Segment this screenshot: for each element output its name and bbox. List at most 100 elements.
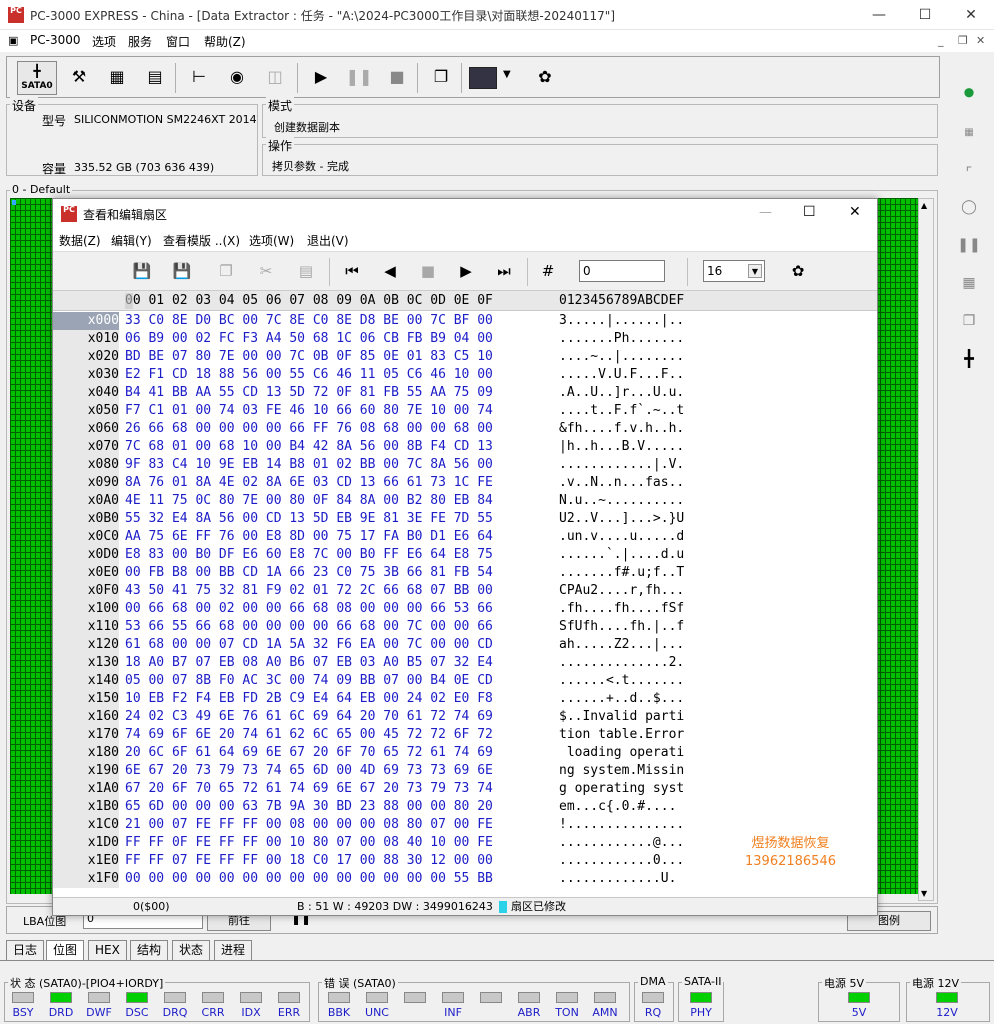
- pause-icon[interactable]: ❚❚: [345, 63, 373, 91]
- row-ascii[interactable]: .un.v....u.....d: [559, 528, 684, 546]
- row-hex[interactable]: 20 6C 6F 61 64 69 6E 67 20 6F 70 65 72 6…: [125, 744, 493, 762]
- hex-row[interactable]: x0F0 43 50 41 75 32 81 F9 02 01 72 2C 66 …: [53, 582, 877, 600]
- menu-window[interactable]: 窗口: [166, 33, 190, 50]
- hex-row[interactable]: x120 61 68 00 00 07 CD 1A 5A 32 F6 EA 00 …: [53, 636, 877, 654]
- hex-row[interactable]: x0C0 AA 75 6E FF 76 00 E8 8D 00 75 17 FA …: [53, 528, 877, 546]
- row-ascii[interactable]: .......Ph.......: [559, 330, 684, 348]
- database-icon[interactable]: ⚫: [954, 78, 984, 108]
- menu-help[interactable]: 帮助(Z): [204, 33, 246, 50]
- hex-row[interactable]: x190 6E 67 20 73 79 73 74 65 6D 00 4D 69 …: [53, 762, 877, 780]
- row-hex[interactable]: 65 6D 00 00 00 63 7B 9A 30 BD 23 88 00 0…: [125, 798, 493, 816]
- dialog-minimize-button[interactable]: —: [759, 205, 772, 220]
- row-hex[interactable]: FF FF 07 FE FF FF 00 18 C0 17 00 88 30 1…: [125, 852, 493, 870]
- menu-service[interactable]: 服务: [128, 33, 152, 50]
- hex-row[interactable]: x020 BD BE 07 80 7E 00 00 7C 0B 0F 85 0E …: [53, 348, 877, 366]
- paste-icon[interactable]: ▤: [293, 258, 319, 284]
- row-hex[interactable]: 21 00 07 FE FF FF 00 08 00 00 00 08 80 0…: [125, 816, 493, 834]
- row-ascii[interactable]: .............U.: [559, 870, 676, 888]
- row-ascii[interactable]: ....t..F.f`.~..t: [559, 402, 684, 420]
- hex-row[interactable]: x1B0 65 6D 00 00 00 63 7B 9A 30 BD 23 88 …: [53, 798, 877, 816]
- row-hex[interactable]: 18 A0 B7 07 EB 08 A0 B6 07 EB 03 A0 B5 0…: [125, 654, 493, 672]
- minimize-button[interactable]: —: [856, 0, 902, 30]
- row-hex[interactable]: 05 00 07 8B F0 AC 3C 00 74 09 BB 07 00 B…: [125, 672, 493, 690]
- row-hex[interactable]: E2 F1 CD 18 88 56 00 55 C6 46 11 05 C6 4…: [125, 366, 493, 384]
- row-ascii[interactable]: g operating syst: [559, 780, 684, 798]
- row-hex[interactable]: 8A 76 01 8A 4E 02 8A 6E 03 CD 13 66 61 7…: [125, 474, 493, 492]
- cut-icon[interactable]: ✂: [253, 258, 279, 284]
- row-hex[interactable]: 06 B9 00 02 FC F3 A4 50 68 1C 06 CB FB B…: [125, 330, 493, 348]
- menu-pc3000[interactable]: PC-3000: [30, 33, 80, 47]
- maximize-button[interactable]: ☐: [902, 0, 948, 30]
- row-ascii[interactable]: 3.....|......|..: [559, 312, 684, 330]
- hex-row[interactable]: x140 05 00 07 8B F0 AC 3C 00 74 09 BB 07 …: [53, 672, 877, 690]
- copy-window-icon[interactable]: ❐: [427, 63, 455, 91]
- dmenu-data[interactable]: 数据(Z): [59, 232, 101, 249]
- app-menu-icon[interactable]: ▣: [8, 34, 24, 47]
- dmenu-template[interactable]: 查看模版 ..(X): [163, 232, 240, 249]
- mdi-restore-icon[interactable]: ❐: [958, 34, 968, 47]
- next-sector-icon[interactable]: ▶: [453, 258, 479, 284]
- bitmap-scrollbar[interactable]: ▲ ▼: [918, 198, 934, 901]
- mdi-close-icon[interactable]: ✕: [976, 34, 985, 47]
- disk-export-icon[interactable]: ◫: [261, 63, 289, 91]
- row-hex[interactable]: 10 EB F2 F4 EB FD 2B C9 E4 64 EB 00 24 0…: [125, 690, 493, 708]
- hex-row[interactable]: x110 53 66 55 66 68 00 00 00 00 66 68 00 …: [53, 618, 877, 636]
- row-hex[interactable]: 00 FB B8 00 BB CD 1A 66 23 C0 75 3B 66 8…: [125, 564, 493, 582]
- hex-row[interactable]: x170 74 69 6F 6E 20 74 61 62 6C 65 00 45 …: [53, 726, 877, 744]
- close-button[interactable]: ✕: [948, 0, 994, 30]
- tab-state[interactable]: 状态: [172, 940, 211, 960]
- tab-log[interactable]: 日志: [6, 940, 45, 960]
- tab-structure[interactable]: 结构: [130, 940, 169, 960]
- row-hex[interactable]: 4E 11 75 0C 80 7E 00 80 0F 84 8A 00 B2 8…: [125, 492, 493, 510]
- row-ascii[interactable]: SfUfh....fh.|..f: [559, 618, 684, 636]
- row-ascii[interactable]: U2..V...]...>.}U: [559, 510, 684, 528]
- row-ascii[interactable]: ............0...: [559, 852, 684, 870]
- row-hex[interactable]: B4 41 BB AA 55 CD 13 5D 72 0F 81 FB 55 A…: [125, 384, 493, 402]
- row-ascii[interactable]: ng system.Missin: [559, 762, 684, 780]
- row-hex[interactable]: BD BE 07 80 7E 00 00 7C 0B 0F 85 0E 01 8…: [125, 348, 493, 366]
- row-hex[interactable]: 24 02 C3 49 6E 76 61 6C 69 64 20 70 61 7…: [125, 708, 493, 726]
- layout-preview-icon[interactable]: [469, 67, 497, 89]
- save-as-icon[interactable]: 💾: [169, 258, 195, 284]
- power-icon[interactable]: ⌜: [954, 158, 984, 188]
- row-ascii[interactable]: .A..U..]r...U.u.: [559, 384, 684, 402]
- hex-row[interactable]: x1C0 21 00 07 FE FF FF 00 08 00 00 00 08 …: [53, 816, 877, 834]
- hex-row[interactable]: x090 8A 76 01 8A 4E 02 8A 6E 03 CD 13 66 …: [53, 474, 877, 492]
- hex-row[interactable]: x000 33 C0 8E D0 BC 00 7C 8E C0 8E D8 BE …: [53, 312, 877, 330]
- row-hex[interactable]: 74 69 6F 6E 20 74 61 62 6C 65 00 45 72 7…: [125, 726, 493, 744]
- row-ascii[interactable]: ............|.V.: [559, 456, 684, 474]
- row-ascii[interactable]: .......f#.u;f..T: [559, 564, 684, 582]
- goto-sector-icon[interactable]: #: [535, 258, 561, 284]
- hex-row[interactable]: x010 06 B9 00 02 FC F3 A4 50 68 1C 06 CB …: [53, 330, 877, 348]
- row-hex[interactable]: 00 66 68 00 02 00 00 66 68 08 00 00 00 6…: [125, 600, 493, 618]
- tree-icon[interactable]: ⊢: [185, 63, 213, 91]
- row-ascii[interactable]: .v..N..n...fas..: [559, 474, 684, 492]
- hex-row[interactable]: x0A0 4E 11 75 0C 80 7E 00 80 0F 84 8A 00 …: [53, 492, 877, 510]
- dropdown-arrow-icon[interactable]: ▼: [503, 69, 511, 80]
- pause-right-icon[interactable]: ❚❚: [954, 230, 984, 260]
- sata-port-button[interactable]: ╋ SATA0: [17, 61, 57, 95]
- mdi-minimize-icon[interactable]: _: [938, 34, 944, 47]
- row-ascii[interactable]: N.u..~..........: [559, 492, 684, 510]
- dmenu-exit[interactable]: 退出(V): [307, 232, 349, 249]
- first-sector-icon[interactable]: ⏮: [339, 258, 365, 284]
- prev-sector-icon[interactable]: ◀: [377, 258, 403, 284]
- row-ascii[interactable]: ....~..|........: [559, 348, 684, 366]
- hex-row[interactable]: x0B0 55 32 E4 8A 56 00 CD 13 5D EB 9E 81 …: [53, 510, 877, 528]
- save-sector-icon[interactable]: 💾: [129, 258, 155, 284]
- play-icon[interactable]: ▶: [307, 63, 335, 91]
- row-ascii[interactable]: ............@...: [559, 834, 684, 852]
- row-hex[interactable]: 00 00 00 00 00 00 00 00 00 00 00 00 00 0…: [125, 870, 493, 888]
- hex-row[interactable]: x060 26 66 68 00 00 00 00 66 FF 76 08 68 …: [53, 420, 877, 438]
- hex-row[interactable]: x0D0 E8 83 00 B0 DF E6 60 E8 7C 00 B0 FF …: [53, 546, 877, 564]
- tab-hex[interactable]: HEX: [88, 940, 127, 960]
- scroll-down-icon[interactable]: ▼: [921, 889, 927, 898]
- hex-row[interactable]: x030 E2 F1 CD 18 88 56 00 55 C6 46 11 05 …: [53, 366, 877, 384]
- hex-row[interactable]: x040 B4 41 BB AA 55 CD 13 5D 72 0F 81 FB …: [53, 384, 877, 402]
- row-ascii[interactable]: $..Invalid parti: [559, 708, 684, 726]
- sector-number-input[interactable]: 0: [579, 260, 665, 282]
- binoculars-icon[interactable]: ◉: [223, 63, 251, 91]
- copy-right-icon[interactable]: ❐: [954, 306, 984, 336]
- chip-icon[interactable]: ▦: [103, 63, 131, 91]
- select-arrow-icon[interactable]: ▼: [748, 264, 762, 278]
